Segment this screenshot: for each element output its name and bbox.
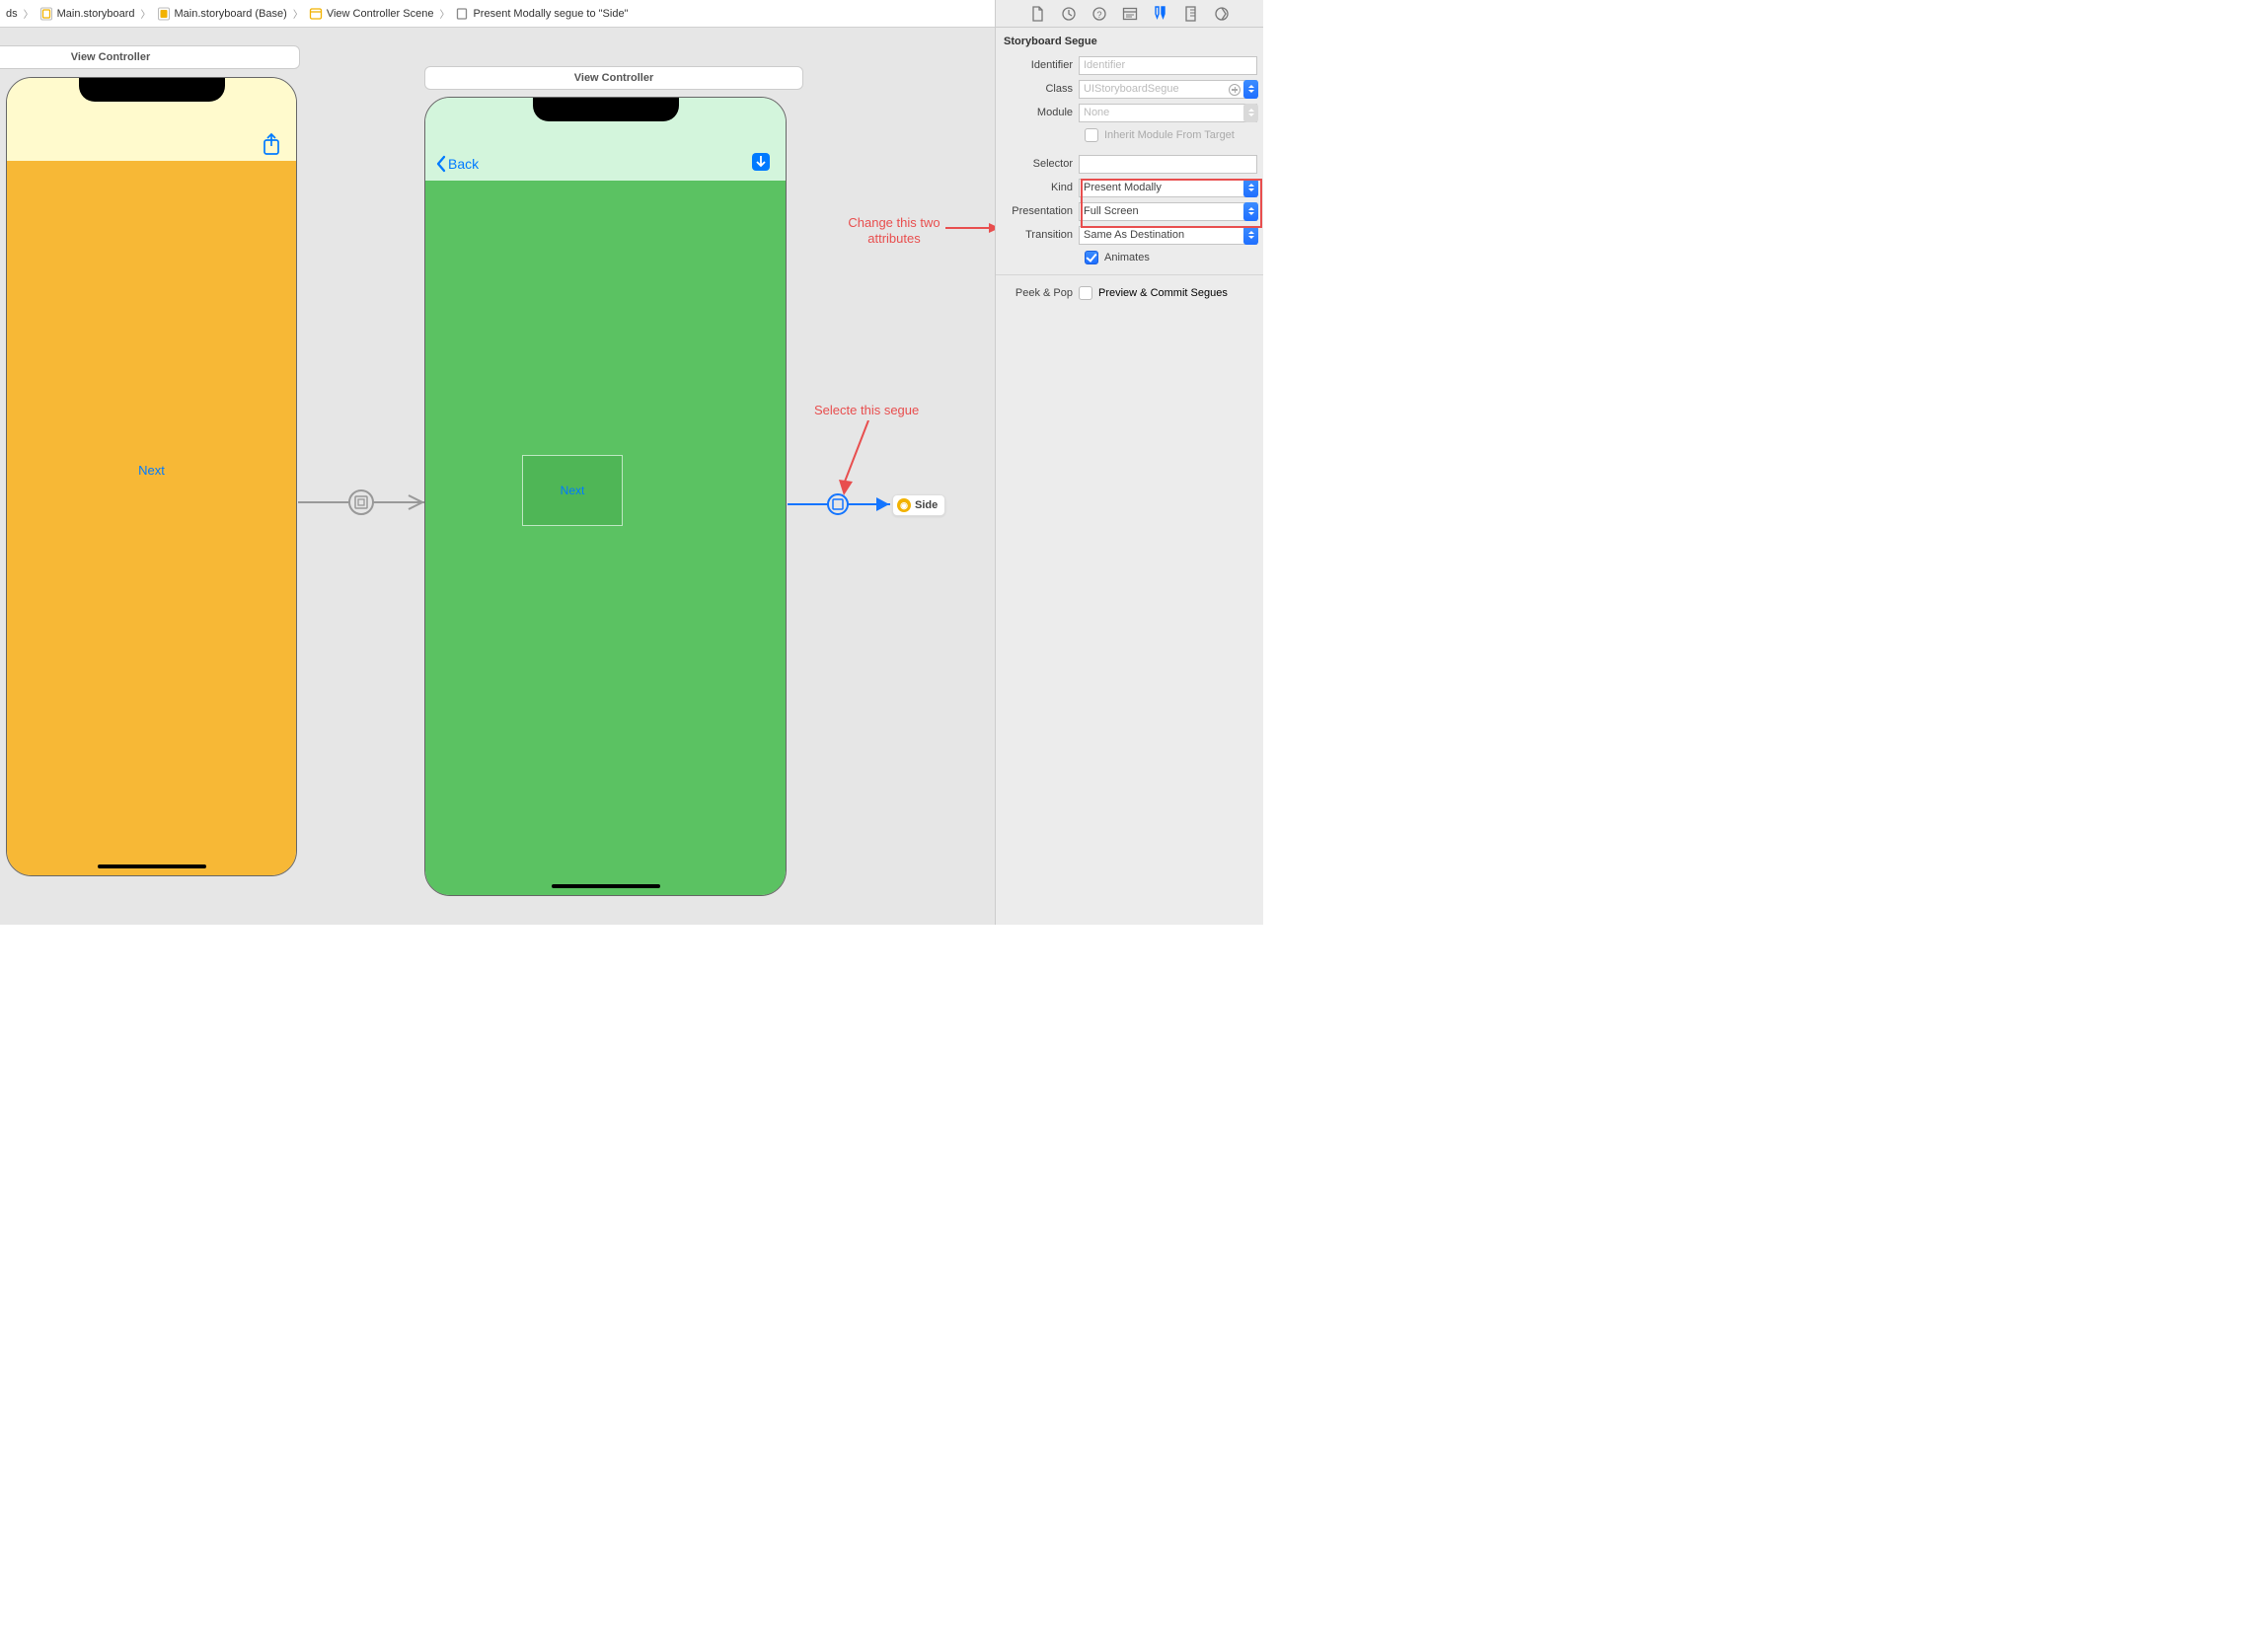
identity-inspector-tab-icon[interactable] [1121,5,1139,23]
selector-input[interactable] [1079,155,1257,174]
stepper-icon[interactable] [1243,179,1258,197]
breadcrumb: ds 〉 Main.storyboard 〉 Main.storyboard (… [4,6,1125,21]
vc1-title-bar[interactable]: View Controller [0,45,300,69]
share-icon [262,132,281,156]
storyboard-file-icon [39,7,53,21]
inspector-tabs: ? [996,0,1263,28]
animates-label: Animates [1104,252,1150,263]
file-inspector-tab-icon[interactable] [1029,5,1047,23]
side-vc-badge[interactable]: ◉ Side [892,494,945,516]
animates-row: Animates [996,247,1263,268]
bc-sep: 〉 [289,6,307,21]
vc2-container-view[interactable]: Next [522,455,623,526]
presentation-label: Presentation [996,205,1079,217]
segue1-circle-icon[interactable] [348,489,374,515]
class-combo[interactable]: UIStoryboardSegue [1079,80,1257,99]
selector-row: Selector [996,152,1263,176]
inherit-module-checkbox[interactable] [1085,128,1098,142]
bc-main-storyboard-base[interactable]: Main.storyboard (Base) [155,7,289,21]
inherit-module-label: Inherit Module From Target [1104,129,1235,141]
segue2-arrowhead-icon [874,495,892,513]
module-combo[interactable]: None [1079,104,1257,122]
stepper-icon[interactable] [1243,80,1258,99]
vc2-title-bar[interactable]: View Controller [424,66,803,90]
identifier-input[interactable] [1079,56,1257,75]
connections-inspector-tab-icon[interactable] [1213,5,1231,23]
presentation-combo[interactable]: Full Screen [1079,202,1257,221]
identifier-label: Identifier [996,59,1079,71]
class-label: Class [996,83,1079,95]
attributes-inspector-tab-icon[interactable] [1152,5,1169,23]
annotation-arrow-2 [839,420,878,497]
inspector-body: Storyboard Segue Identifier Class UIStor… [996,28,1263,311]
annotation-select-segue: Selecte this segue [814,403,919,418]
segue1-arrowhead-icon [407,492,426,512]
kind-label: Kind [996,182,1079,193]
storyboard-base-icon [157,7,171,21]
module-row: Module None [996,101,1263,124]
stepper-icon[interactable] [1243,226,1258,245]
peek-pop-checkbox[interactable] [1079,286,1092,300]
peek-pop-row: Peek & Pop Preview & Commit Segues [996,281,1263,305]
section-title: Storyboard Segue [996,34,1263,53]
kind-combo[interactable]: Present Modally [1079,179,1257,197]
home-indicator-icon [98,864,206,868]
side-vc-icon: ◉ [897,498,911,512]
vc1-title-text: View Controller [71,51,150,63]
transition-row: Transition Same As Destination [996,223,1263,247]
add-class-icon[interactable] [1229,84,1241,96]
annotation-arrow-1 [945,222,995,236]
vc1-body [7,161,296,875]
inspector-panel: ? Storyboard Segue Identifier Class UISt… [995,0,1263,925]
transition-combo[interactable]: Same As Destination [1079,226,1257,245]
presentation-row: Presentation Full Screen [996,199,1263,223]
vc2-container-label: Next [561,484,585,497]
vc1-phone-frame[interactable]: Next [6,77,297,876]
bc-ds[interactable]: ds [4,8,20,20]
notch-icon [533,98,679,121]
annotation-change-attributes: Change this two attributes [835,215,953,246]
vc1-next-button: Next [7,463,296,478]
bc-sep: 〉 [435,6,453,21]
segue-icon [455,7,469,21]
vc2-title-text: View Controller [574,72,653,84]
kind-row: Kind Present Modally [996,176,1263,199]
class-row: Class UIStoryboardSegue [996,77,1263,101]
home-indicator-icon [552,884,660,888]
bc-main-storyboard[interactable]: Main.storyboard [38,7,137,21]
vc2-body [425,181,786,895]
divider [996,274,1263,275]
bc-sep: 〉 [137,6,155,21]
selector-label: Selector [996,158,1079,170]
svg-text:?: ? [1096,10,1101,20]
stepper-icon [1243,104,1258,122]
notch-icon [79,78,225,102]
animates-checkbox[interactable] [1085,251,1098,264]
bc-segue[interactable]: Present Modally segue to "Side" [453,7,630,21]
vc2-phone-frame[interactable]: Back Next [424,97,787,896]
peek-pop-label: Peek & Pop [996,287,1079,299]
transition-label: Transition [996,229,1079,241]
scene-icon [309,7,323,21]
peek-pop-text: Preview & Commit Segues [1098,287,1228,299]
bc-sep: 〉 [20,6,38,21]
bc-vc-scene[interactable]: View Controller Scene [307,7,436,21]
help-inspector-tab-icon[interactable]: ? [1090,5,1108,23]
back-button: Back [435,155,479,173]
module-label: Module [996,107,1079,118]
stepper-icon[interactable] [1243,202,1258,221]
size-inspector-tab-icon[interactable] [1182,5,1200,23]
inherit-module-row: Inherit Module From Target [996,124,1263,146]
identifier-row: Identifier [996,53,1263,77]
download-icon [751,152,771,172]
side-vc-label: Side [915,499,938,511]
history-inspector-tab-icon[interactable] [1060,5,1078,23]
storyboard-canvas[interactable]: View Controller Next View Controller Bac… [0,28,995,925]
